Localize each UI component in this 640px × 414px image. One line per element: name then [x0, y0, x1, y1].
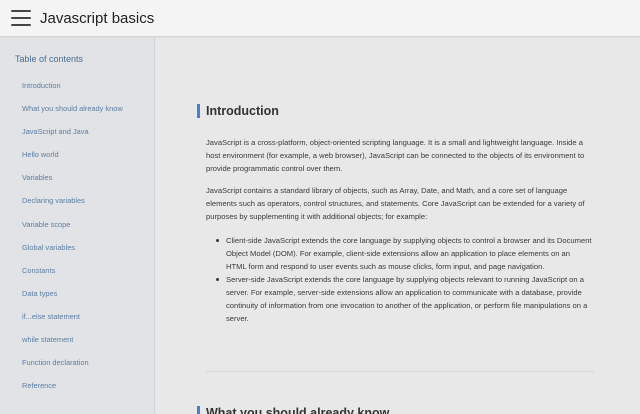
toc-item-declaring-variables[interactable]: Declaring variables	[22, 196, 123, 219]
toc-item-javascript-and-java[interactable]: JavaScript and Java	[22, 127, 123, 150]
toc-item-reference[interactable]: Reference	[22, 381, 123, 404]
toc-item-function-declaration[interactable]: Function declaration	[22, 358, 123, 381]
table-of-contents-sidebar: Table of contents Introduction What you …	[0, 38, 155, 414]
toc-item-if-else-statement[interactable]: if...else statement	[22, 312, 123, 335]
toc-list: Introduction What you should already kno…	[22, 81, 123, 404]
toc-item-constants[interactable]: Constants	[22, 266, 123, 289]
toc-item-while-statement[interactable]: while statement	[22, 335, 123, 358]
section-divider	[206, 371, 594, 372]
top-app-bar: Javascript basics	[0, 0, 640, 37]
toc-item-data-types[interactable]: Data types	[22, 289, 123, 312]
toc-item-what-you-should-already-know[interactable]: What you should already know	[22, 104, 123, 127]
toc-item-introduction[interactable]: Introduction	[22, 81, 123, 104]
toc-heading: Table of contents	[15, 54, 84, 64]
toc-item-hello-world[interactable]: Hello world	[22, 150, 123, 173]
toc-item-global-variables[interactable]: Global variables	[22, 243, 123, 266]
hamburger-menu-icon[interactable]	[11, 10, 31, 26]
bullet-list: Client-side JavaScript extends the core …	[214, 234, 592, 325]
toc-item-variables[interactable]: Variables	[22, 173, 123, 196]
intro-paragraph: JavaScript is a cross-platform, object-o…	[206, 138, 585, 173]
menu-line	[11, 17, 31, 19]
page-title: Javascript basics	[40, 9, 155, 27]
toc-item-variable-scope[interactable]: Variable scope	[22, 220, 123, 243]
menu-line	[11, 10, 31, 12]
list-item: Server-side JavaScript extends the core …	[214, 273, 592, 325]
library-paragraph: JavaScript contains a standard library o…	[206, 186, 585, 221]
menu-line	[11, 24, 31, 26]
main-content[interactable]: Introduction JavaScript is a cross-platf…	[156, 38, 640, 414]
list-item: Client-side JavaScript extends the core …	[214, 234, 592, 273]
section-title-introduction: Introduction	[197, 104, 279, 118]
section-title-what-you-should-already-know: What you should already know	[197, 406, 389, 414]
